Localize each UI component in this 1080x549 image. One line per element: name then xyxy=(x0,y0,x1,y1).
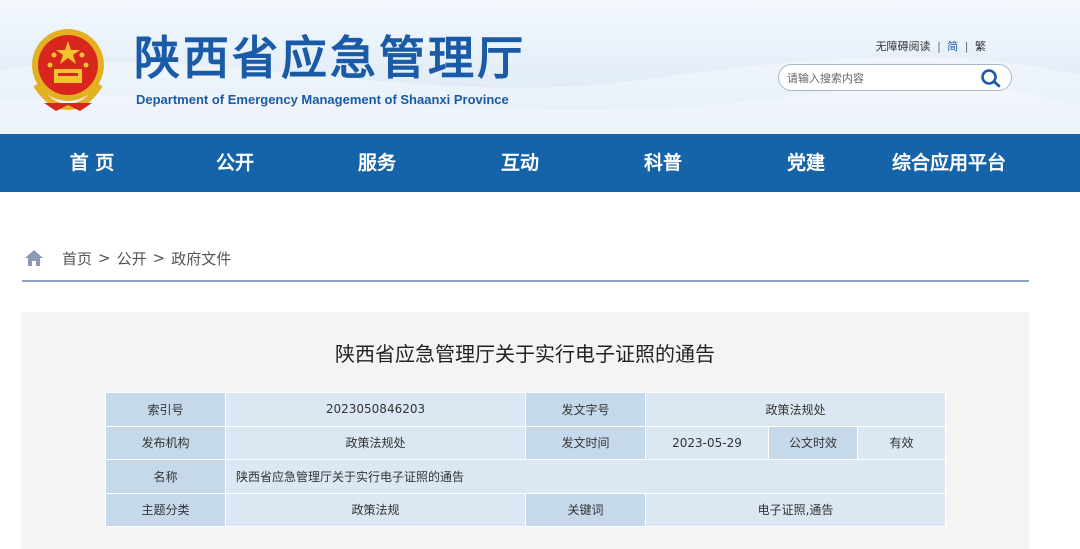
breadcrumb: 首页 > 公开 > 政府文件 xyxy=(24,246,231,270)
national-emblem-icon[interactable] xyxy=(30,27,106,111)
doc-number-label: 发文字号 xyxy=(525,392,646,427)
nav-item-platform[interactable]: 综合应用平台 xyxy=(878,134,1020,192)
traditional-chinese-link[interactable]: 繁 xyxy=(975,40,986,53)
validity-label: 公文时效 xyxy=(768,425,858,460)
name-label: 名称 xyxy=(105,459,226,494)
breadcrumb-separator: > xyxy=(152,249,166,267)
date-label: 发文时间 xyxy=(525,425,646,460)
keywords-label: 关键词 xyxy=(525,492,646,527)
index-label: 索引号 xyxy=(105,392,226,427)
date-value: 2023-05-29 xyxy=(645,425,769,460)
table-row: 发布机构 政策法规处 发文时间 2023-05-29 公文时效 有效 xyxy=(105,425,947,460)
search-box xyxy=(778,64,1012,91)
keywords-value: 电子证照,通告 xyxy=(644,492,947,527)
breadcrumb-divider xyxy=(22,280,1029,282)
issuer-label: 发布机构 xyxy=(105,425,226,460)
site-header: 陕西省应急管理厅 Department of Emergency Managem… xyxy=(0,0,1080,134)
nav-item-interact[interactable]: 互动 xyxy=(470,134,570,192)
name-value: 陕西省应急管理厅关于实行电子证照的通告 xyxy=(224,459,947,494)
home-icon[interactable] xyxy=(24,249,44,267)
top-links: 无障碍阅读 | 简 | 繁 xyxy=(876,38,986,54)
doc-number-value: 政策法规处 xyxy=(644,392,947,427)
nav-item-service[interactable]: 服务 xyxy=(327,134,427,192)
index-value: 2023050846203 xyxy=(225,392,526,427)
validity-value: 有效 xyxy=(856,425,947,460)
breadcrumb-separator: > xyxy=(98,249,111,267)
table-row: 主题分类 政策法规 关键词 电子证照,通告 xyxy=(105,492,947,527)
breadcrumb-home[interactable]: 首页 xyxy=(62,248,92,269)
topic-value: 政策法规 xyxy=(225,492,526,527)
table-row: 索引号 2023050846203 发文字号 政策法规处 xyxy=(105,392,947,427)
search-icon[interactable] xyxy=(980,68,1002,88)
nav-item-science[interactable]: 科普 xyxy=(613,134,713,192)
separator: | xyxy=(937,40,941,53)
accessibility-link[interactable]: 无障碍阅读 xyxy=(876,40,931,53)
document-meta-table: 索引号 2023050846203 发文字号 政策法规处 发布机构 政策法规处 … xyxy=(105,392,947,527)
search-input[interactable] xyxy=(787,69,967,87)
breadcrumb-open[interactable]: 公开 xyxy=(117,248,147,269)
issuer-value: 政策法规处 xyxy=(225,425,526,460)
simplified-chinese-link[interactable]: 简 xyxy=(947,40,958,53)
topic-label: 主题分类 xyxy=(105,492,226,527)
site-title[interactable]: 陕西省应急管理厅 xyxy=(134,32,526,84)
nav-item-party[interactable]: 党建 xyxy=(756,134,856,192)
nav-item-open[interactable]: 公开 xyxy=(185,134,285,192)
table-row: 名称 陕西省应急管理厅关于实行电子证照的通告 xyxy=(105,459,947,494)
nav-item-home[interactable]: 首 页 xyxy=(42,134,142,192)
article-title: 陕西省应急管理厅关于实行电子证照的通告 xyxy=(335,342,715,366)
separator: | xyxy=(964,40,969,53)
main-nav: 首 页 公开 服务 互动 科普 党建 综合应用平台 xyxy=(0,134,1080,192)
breadcrumb-gov-docs[interactable]: 政府文件 xyxy=(171,248,231,269)
site-subtitle: Department of Emergency Management of Sh… xyxy=(136,92,509,107)
